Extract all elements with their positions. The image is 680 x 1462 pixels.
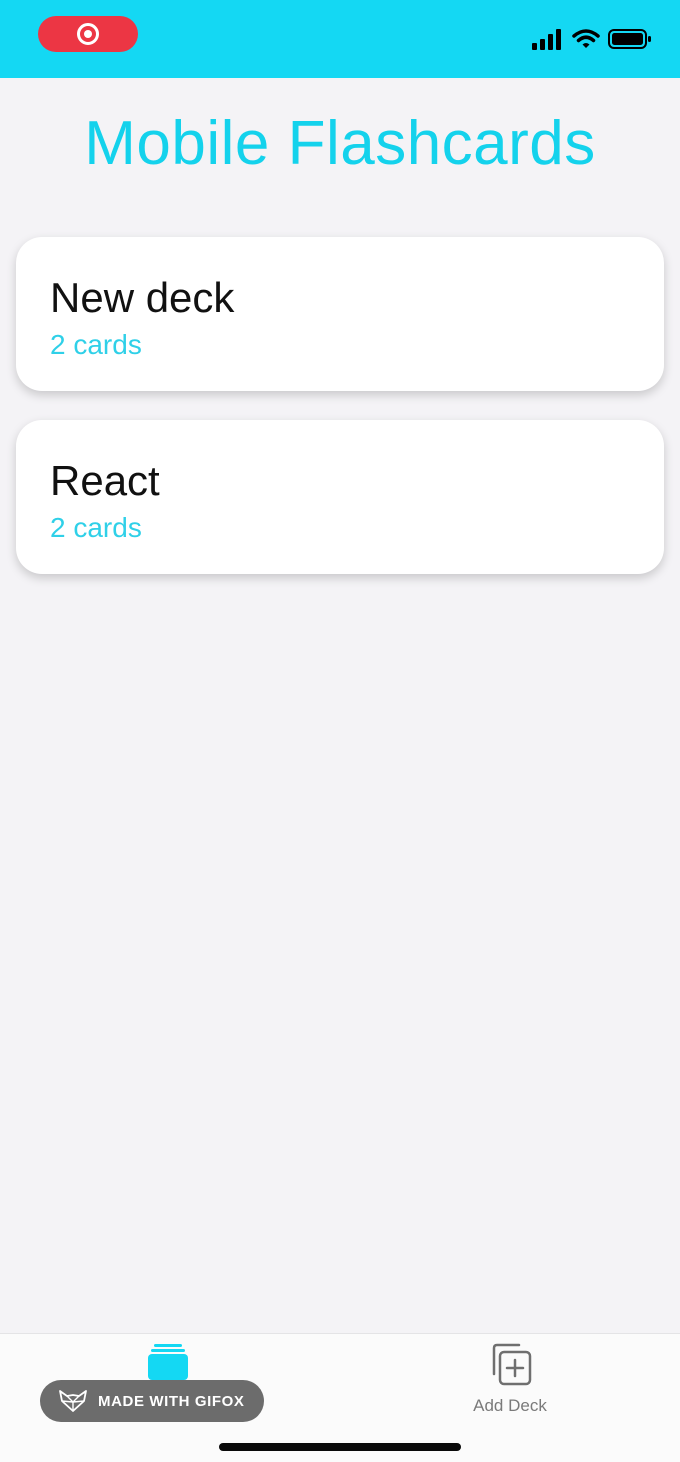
deck-card-react[interactable]: React 2 cards [16,420,664,574]
screen-recording-indicator[interactable] [38,16,138,52]
app-title: Mobile Flashcards [84,109,596,178]
deck-list: New deck 2 cards React 2 cards [16,237,664,603]
deck-card-new-deck[interactable]: New deck 2 cards [16,237,664,391]
tab-add-deck-label: Add Deck [473,1396,547,1415]
cellular-signal-icon [532,29,561,50]
tab-add-deck[interactable]: Add Deck [340,1334,680,1434]
deck-title: React [50,457,160,504]
add-deck-icon [492,1343,532,1386]
fox-logo-icon [59,1390,87,1412]
wifi-icon [572,29,600,48]
record-icon [77,23,99,45]
watermark-text: MADE WITH GIFOX [98,1392,245,1410]
deck-title: New deck [50,274,235,321]
battery-icon [608,29,651,49]
status-bar [0,0,680,78]
deck-stack-icon [148,1344,188,1380]
deck-card-count: 2 cards [50,512,142,543]
status-icons [532,28,652,50]
deck-card-count: 2 cards [50,329,142,360]
home-indicator[interactable] [219,1443,461,1451]
gifox-watermark: MADE WITH GIFOX [40,1380,264,1422]
